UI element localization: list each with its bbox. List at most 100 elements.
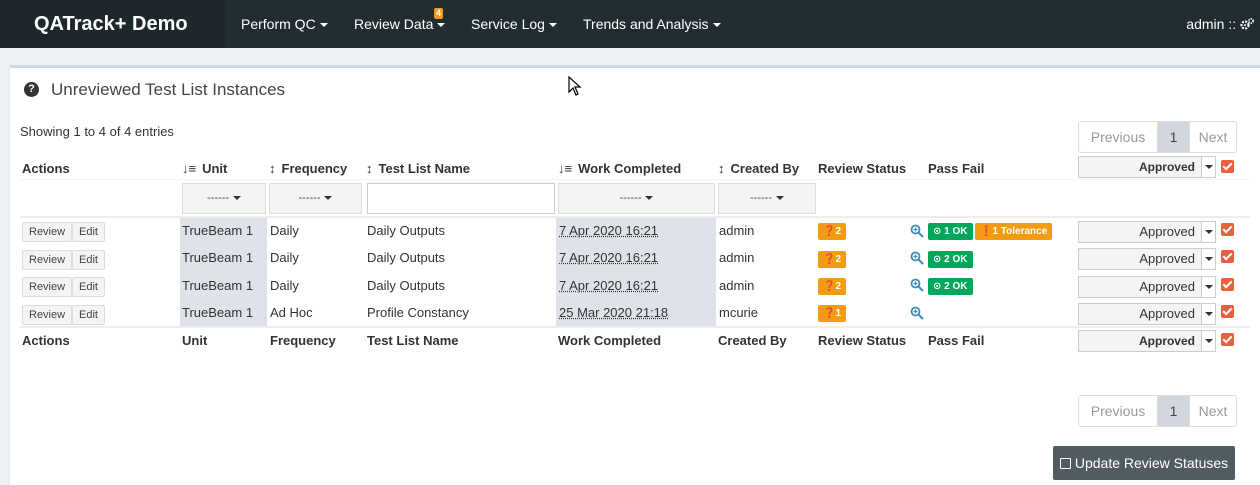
caret-down-icon [713, 23, 721, 27]
caret-down-icon [776, 196, 784, 200]
test-list-name-filter-input[interactable] [367, 183, 555, 214]
row-status-select[interactable]: Approved [1078, 303, 1216, 325]
footer-review-status: Review Status [818, 333, 906, 348]
divider [20, 216, 1250, 218]
test-list-cell: Daily Outputs [367, 278, 445, 293]
created-by-cell: mcurie [719, 305, 758, 320]
previous-page-button[interactable]: Previous [1079, 122, 1157, 152]
nav-perform-qc[interactable]: Perform QC [241, 0, 328, 48]
edit-button[interactable]: Edit [72, 305, 105, 325]
user-menu[interactable]: admin :: [1186, 0, 1254, 48]
edit-button[interactable]: Edit [72, 277, 105, 297]
select-all-checkbox-top[interactable] [1221, 160, 1234, 173]
created-by-filter[interactable]: ------ [718, 183, 816, 214]
search-plus-icon[interactable] [910, 278, 924, 292]
header-work-completed[interactable]: ↓≡ Work Completed [558, 161, 681, 176]
page-1-button[interactable]: 1 [1157, 122, 1190, 152]
row-status-select[interactable]: Approved [1078, 248, 1216, 270]
box-title: Unreviewed Test List Instances [51, 80, 285, 100]
select-arrow-icon [1201, 304, 1215, 324]
nav-service-log[interactable]: Service Log [471, 0, 557, 48]
review-button[interactable]: Review [22, 305, 72, 325]
sort-icon: ↕ [366, 161, 373, 176]
question-circle-icon[interactable]: ? [24, 82, 39, 97]
row-checkbox[interactable] [1221, 278, 1234, 291]
unit-cell: TrueBeam 1 [182, 250, 253, 265]
sort-icon: ↕ [269, 161, 276, 176]
row-status-select[interactable]: Approved [1078, 221, 1216, 243]
work-completed-cell[interactable]: 7 Apr 2020 16:21 [559, 278, 658, 293]
review-count-badge: 4 [434, 8, 443, 19]
unit-cell: TrueBeam 1 [182, 305, 253, 320]
next-page-button[interactable]: Next [1190, 122, 1236, 152]
floppy-disk-icon [1060, 458, 1071, 469]
frequency-cell: Daily [270, 250, 299, 265]
review-button[interactable]: Review [22, 222, 72, 242]
header-unit[interactable]: ↓≡ Unit [182, 161, 227, 176]
test-list-cell: Daily Outputs [367, 223, 445, 238]
search-plus-icon[interactable] [910, 251, 924, 265]
test-list-cell: Daily Outputs [367, 250, 445, 265]
footer-frequency: Frequency [270, 333, 336, 348]
unit-cell: TrueBeam 1 [182, 278, 253, 293]
work-completed-cell[interactable]: 25 Mar 2020 21:18 [559, 305, 668, 320]
frequency-filter[interactable]: ------ [269, 183, 362, 214]
header-frequency[interactable]: ↕ Frequency [269, 161, 347, 176]
entries-info: Showing 1 to 4 of 4 entries [20, 124, 174, 139]
nav-trends-analysis[interactable]: Trends and Analysis [583, 0, 721, 48]
edit-button[interactable]: Edit [72, 250, 105, 270]
bulk-status-select-bottom[interactable]: Approved [1078, 330, 1216, 352]
nav-review-data[interactable]: Review Data [354, 0, 445, 48]
pass-tolerance-badge: ❗1 Tolerance [975, 223, 1052, 240]
caret-down-icon [645, 196, 653, 200]
work-completed-cell[interactable]: 7 Apr 2020 16:21 [559, 223, 658, 238]
footer-created-by: Created By [718, 333, 787, 348]
row-checkbox[interactable] [1221, 223, 1234, 236]
row-checkbox[interactable] [1221, 250, 1234, 263]
edit-button[interactable]: Edit [72, 222, 105, 242]
search-plus-icon[interactable] [910, 224, 924, 238]
footer-unit: Unit [182, 333, 207, 348]
exclamation-circle-icon: ❗ [980, 226, 992, 237]
caret-down-icon [324, 196, 332, 200]
pass-ok-badge: ⊙ 2 OK [928, 251, 973, 268]
header-created-by[interactable]: ↕ Created By [718, 161, 799, 176]
previous-page-button[interactable]: Previous [1079, 396, 1157, 426]
review-status-badge: ❓1 [818, 305, 846, 322]
update-review-statuses-button[interactable]: Update Review Statuses [1053, 446, 1235, 480]
question-circle-icon: ❓ [823, 254, 835, 265]
work-completed-filter[interactable]: ------ [558, 183, 715, 214]
row-checkbox[interactable] [1221, 305, 1234, 318]
pass-ok-badge: ⊙ 2 OK [928, 278, 973, 295]
question-circle-icon: ❓ [823, 308, 835, 319]
created-by-cell: admin [719, 223, 754, 238]
review-button[interactable]: Review [22, 250, 72, 270]
bulk-status-select-top[interactable]: Approved [1078, 156, 1216, 178]
gears-icon [1240, 17, 1254, 31]
work-completed-cell[interactable]: 7 Apr 2020 16:21 [559, 250, 658, 265]
select-all-checkbox-bottom[interactable] [1221, 333, 1234, 346]
row-status-select[interactable]: Approved [1078, 276, 1216, 298]
search-plus-icon[interactable] [910, 306, 924, 320]
header-pass-fail: Pass Fail [928, 161, 984, 176]
brand-logo[interactable]: QATrack+ Demo [0, 0, 225, 48]
unit-filter[interactable]: ------ [182, 183, 266, 214]
review-button[interactable]: Review [22, 277, 72, 297]
footer-actions: Actions [22, 333, 70, 348]
created-by-cell: admin [719, 250, 754, 265]
unit-cell: TrueBeam 1 [182, 223, 253, 238]
select-arrow-icon [1201, 222, 1215, 242]
top-navbar: QATrack+ Demo Perform QC Review Data 4 S… [0, 0, 1260, 48]
select-arrow-icon [1201, 249, 1215, 269]
header-test-list-name[interactable]: ↕ Test List Name [366, 161, 470, 176]
select-arrow-icon [1201, 331, 1215, 351]
next-page-button[interactable]: Next [1190, 396, 1236, 426]
caret-down-icon [320, 23, 328, 27]
select-arrow-icon [1201, 277, 1215, 297]
page-1-button[interactable]: 1 [1157, 396, 1190, 426]
test-list-cell: Profile Constancy [367, 305, 469, 320]
caret-down-icon [233, 196, 241, 200]
footer-work-completed: Work Completed [558, 333, 661, 348]
question-circle-icon: ❓ [823, 281, 835, 292]
check-circle-icon: ⊙ [933, 281, 944, 292]
